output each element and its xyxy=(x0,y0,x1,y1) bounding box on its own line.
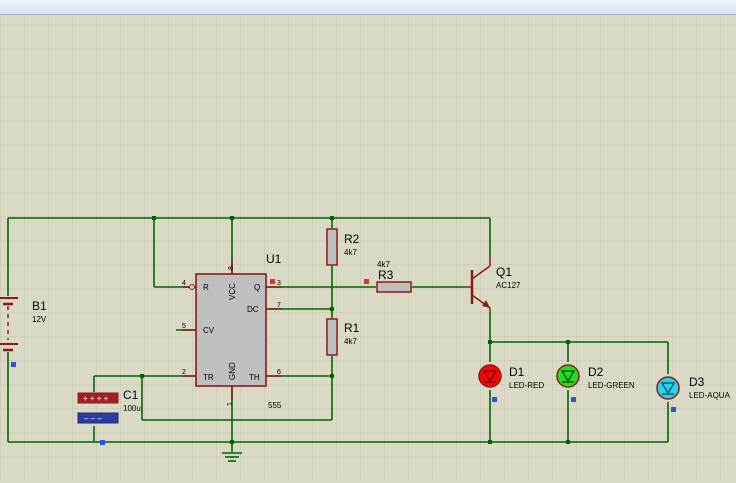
u1-label-th: TH xyxy=(249,373,260,382)
u1-label-dc: DC xyxy=(247,305,259,314)
d2-value-label: LED-GREEN xyxy=(588,381,635,390)
u1-label-tr: TR xyxy=(203,373,214,382)
c1-value-label: 100u xyxy=(123,404,141,413)
b1-value-label: 12V xyxy=(32,315,47,324)
junction-dot xyxy=(566,340,570,344)
d3-body[interactable] xyxy=(656,376,680,400)
d2-body[interactable] xyxy=(556,364,580,388)
u1-part-label: 555 xyxy=(268,401,282,410)
pin-marker-red xyxy=(364,279,369,284)
title-bar xyxy=(0,0,736,15)
r1-body[interactable] xyxy=(326,318,338,356)
r2-value-label: 4k7 xyxy=(344,248,357,257)
u1-pin-number-7: 7 xyxy=(277,302,281,309)
d1-value-label: LED-RED xyxy=(509,381,544,390)
u1-label-r: R xyxy=(203,283,209,292)
b1-ref-label: B1 xyxy=(32,299,47,313)
q1-value-label: AC127 xyxy=(496,281,521,290)
r3-ref-label: R3 xyxy=(378,268,394,282)
u1-label-vcc: VCC xyxy=(228,283,237,300)
u1-pin-number-3: 3 xyxy=(277,280,281,287)
junction-dot xyxy=(230,216,234,220)
r2-ref-label: R2 xyxy=(344,232,360,246)
pin-marker-red xyxy=(270,279,275,284)
u1-pin-number-6: 6 xyxy=(277,369,281,376)
u1-ref-label: U1 xyxy=(266,252,282,266)
r1-ref-label: R1 xyxy=(344,321,360,335)
r2-body[interactable] xyxy=(326,228,338,266)
pin-marker-blue xyxy=(100,440,105,445)
u1-reset-bubble xyxy=(189,284,195,290)
junction-dot xyxy=(140,374,144,378)
grid-background xyxy=(0,15,736,478)
schematic-canvas[interactable]: R CV TR Q DC TH VCC GND 4 5 2 3 7 6 8 1 … xyxy=(0,15,736,478)
u1-label-gnd: GND xyxy=(228,362,237,380)
d1-ref-label: D1 xyxy=(509,365,525,379)
junction-dot xyxy=(330,216,334,220)
pin-marker-blue xyxy=(492,397,497,402)
junction-dot xyxy=(488,340,492,344)
u1-pin-number-4: 4 xyxy=(182,280,186,287)
u1-label-q: Q xyxy=(254,283,260,292)
d1-body[interactable] xyxy=(478,364,502,388)
junction-dot xyxy=(330,307,334,311)
c1-ref-label: C1 xyxy=(123,388,139,402)
r3-body[interactable] xyxy=(376,281,412,293)
u1-pin-number-5: 5 xyxy=(182,323,186,330)
d2-ref-label: D2 xyxy=(588,365,604,379)
schematic-svg[interactable]: R CV TR Q DC TH VCC GND 4 5 2 3 7 6 8 1 … xyxy=(0,15,736,478)
u1-pin-number-8: 8 xyxy=(228,266,235,270)
r1-value-label: 4k7 xyxy=(344,337,357,346)
junction-dot xyxy=(566,440,570,444)
d3-value-label: LED-AQUA xyxy=(689,391,731,400)
pin-marker-blue xyxy=(571,397,576,402)
junction-dot xyxy=(488,440,492,444)
pin-marker-blue xyxy=(671,407,676,412)
q1-ref-label: Q1 xyxy=(496,265,512,279)
u1-pin-number-2: 2 xyxy=(182,369,186,376)
c1-minus-marks: ‒ ‒ ‒ xyxy=(84,414,102,423)
proteus-app: R CV TR Q DC TH VCC GND 4 5 2 3 7 6 8 1 … xyxy=(0,0,736,478)
u1-pin-number-1: 1 xyxy=(227,402,234,406)
junction-dot xyxy=(330,374,334,378)
pin-marker-blue xyxy=(11,362,16,367)
d3-ref-label: D3 xyxy=(689,375,705,389)
u1-label-cv: CV xyxy=(203,326,215,335)
junction-dot xyxy=(152,216,156,220)
junction-dot xyxy=(230,440,234,444)
c1-plus-marks: + + + + xyxy=(83,394,109,403)
